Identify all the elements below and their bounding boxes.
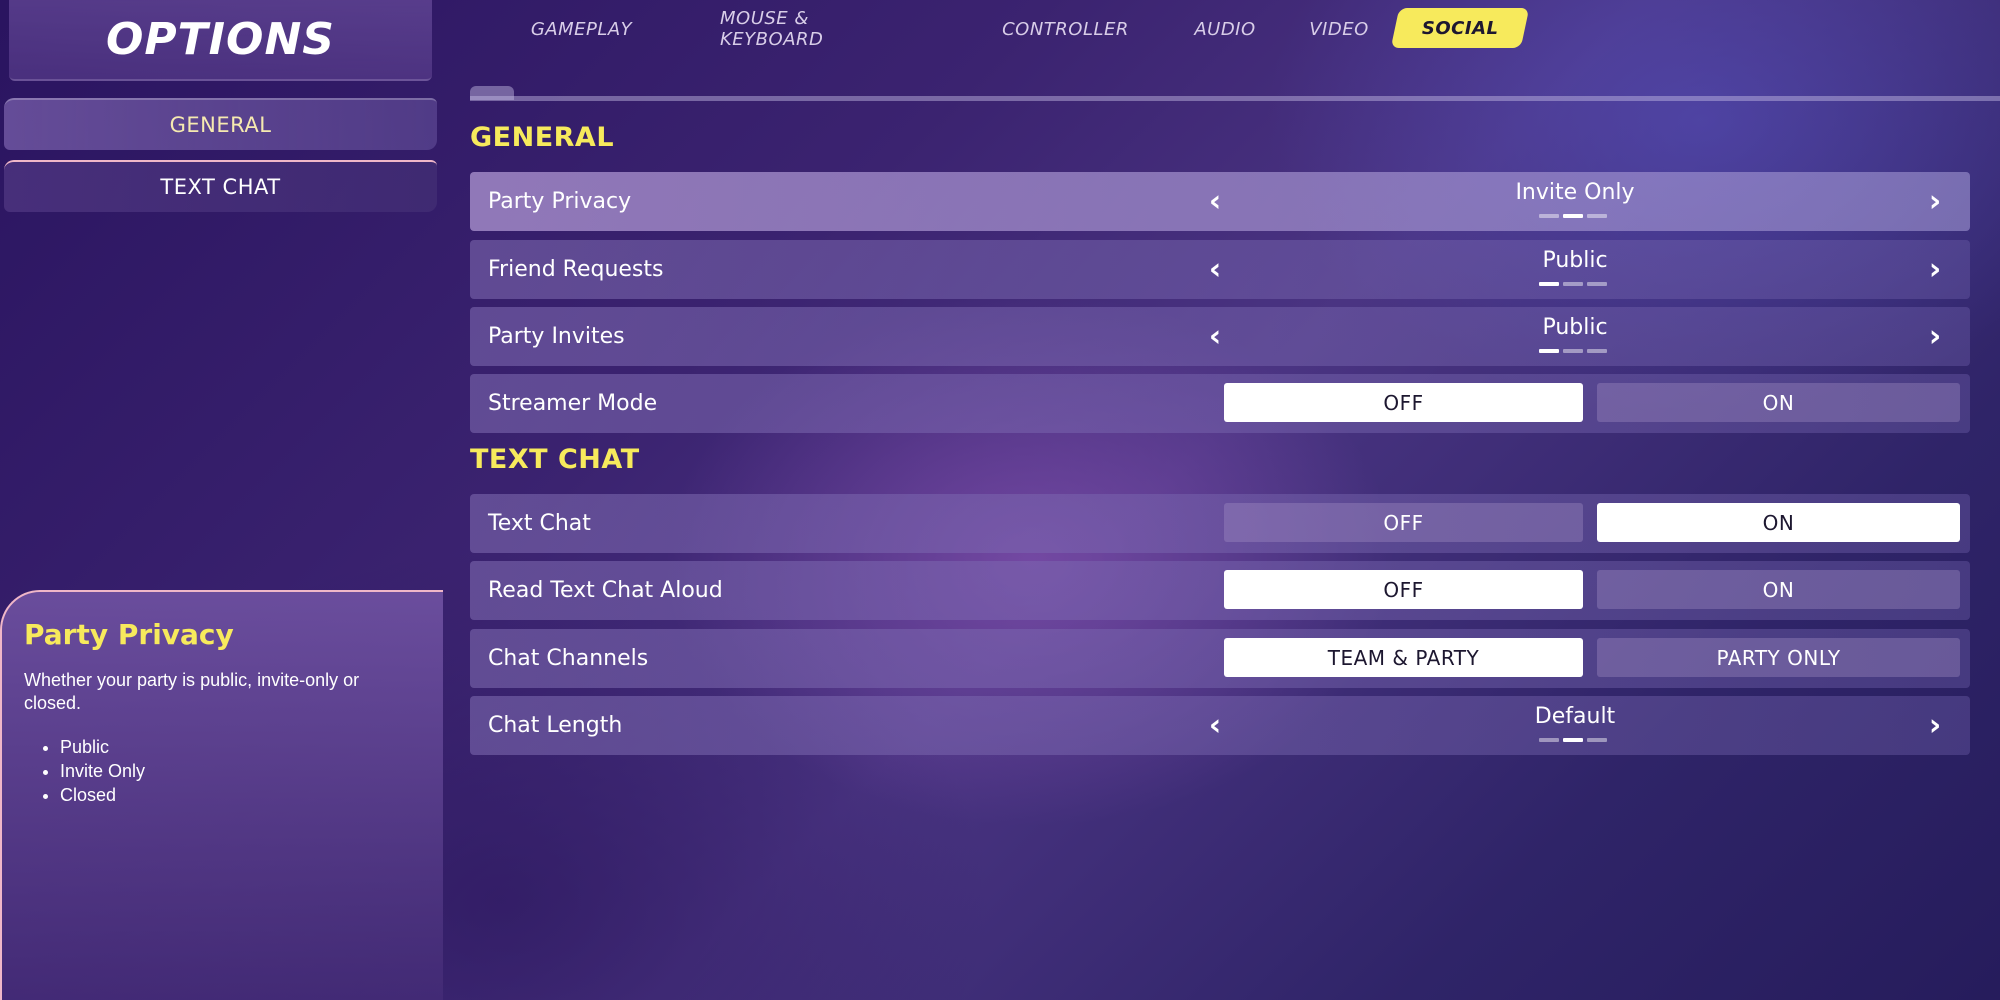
setting-label: Party Privacy bbox=[488, 189, 632, 214]
setting-row-party-invites[interactable]: Party Invites ‹ Public › bbox=[470, 307, 1970, 366]
sidebar-item-general[interactable]: GENERAL bbox=[4, 98, 437, 150]
streamer-mode-on-button[interactable]: ON bbox=[1597, 383, 1960, 422]
tab-audio[interactable]: AUDIO bbox=[1190, 12, 1260, 46]
position-dot bbox=[1587, 282, 1607, 286]
setting-label: Friend Requests bbox=[488, 257, 664, 282]
setting-row-read-text-chat-aloud: Read Text Chat Aloud OFF ON bbox=[470, 561, 1970, 620]
setting-row-text-chat: Text Chat OFF ON bbox=[470, 494, 1970, 553]
chevron-right-icon[interactable]: › bbox=[1920, 696, 1950, 755]
position-dot-active bbox=[1563, 214, 1583, 218]
read-aloud-on-button[interactable]: ON bbox=[1597, 570, 1960, 609]
streamer-mode-off-button[interactable]: OFF bbox=[1224, 383, 1583, 422]
chevron-right-icon[interactable]: › bbox=[1920, 172, 1950, 231]
setting-row-chat-channels: Chat Channels TEAM & PARTY PARTY ONLY bbox=[470, 629, 1970, 688]
team-and-party-button[interactable]: TEAM & PARTY bbox=[1224, 638, 1583, 677]
setting-label: Party Invites bbox=[488, 324, 625, 349]
chevron-left-icon[interactable]: ‹ bbox=[1200, 172, 1230, 231]
position-dot-active bbox=[1539, 282, 1559, 286]
selector-value: Invite Only bbox=[1515, 180, 1635, 205]
selector-position-indicator bbox=[1539, 738, 1615, 742]
text-chat-off-button[interactable]: OFF bbox=[1224, 503, 1583, 542]
setting-description-panel: Party Privacy Whether your party is publ… bbox=[0, 590, 443, 1000]
text-chat-on-button[interactable]: ON bbox=[1597, 503, 1960, 542]
header-divider bbox=[470, 96, 2000, 101]
setting-row-chat-length[interactable]: Chat Length ‹ Default › bbox=[470, 696, 1970, 755]
description-title: Party Privacy bbox=[24, 618, 234, 651]
top-tab-bar: GAMEPLAY MOUSE & KEYBOARD CONTROLLER AUD… bbox=[0, 0, 2000, 60]
selector-position-indicator bbox=[1539, 282, 1615, 286]
position-dot bbox=[1587, 214, 1607, 218]
position-dot-active bbox=[1563, 738, 1583, 742]
list-item: Invite Only bbox=[60, 759, 421, 783]
tab-mouse-keyboard[interactable]: MOUSE & KEYBOARD bbox=[720, 8, 916, 50]
selector-value: Default bbox=[1534, 704, 1616, 729]
chevron-left-icon[interactable]: ‹ bbox=[1200, 307, 1230, 366]
chevron-left-icon[interactable]: ‹ bbox=[1200, 696, 1230, 755]
selector-value: Public bbox=[1542, 248, 1608, 273]
chevron-right-icon[interactable]: › bbox=[1920, 240, 1950, 299]
selector-position-indicator bbox=[1539, 349, 1615, 353]
setting-label: Read Text Chat Aloud bbox=[488, 578, 723, 603]
tab-controller[interactable]: CONTROLLER bbox=[1000, 12, 1131, 46]
setting-row-friend-requests[interactable]: Friend Requests ‹ Public › bbox=[470, 240, 1970, 299]
setting-row-party-privacy[interactable]: Party Privacy ‹ Invite Only › bbox=[470, 172, 1970, 231]
position-dot bbox=[1587, 738, 1607, 742]
setting-label: Streamer Mode bbox=[488, 391, 658, 416]
tab-gameplay[interactable]: GAMEPLAY bbox=[520, 12, 643, 46]
tab-social-label: SOCIAL bbox=[1421, 17, 1499, 39]
position-dot bbox=[1587, 349, 1607, 353]
setting-label: Chat Channels bbox=[488, 646, 649, 671]
selector-value: Public bbox=[1542, 315, 1608, 340]
position-dot bbox=[1563, 282, 1583, 286]
setting-label: Text Chat bbox=[488, 511, 591, 536]
setting-row-streamer-mode: Streamer Mode OFF ON bbox=[470, 374, 1970, 433]
read-aloud-off-button[interactable]: OFF bbox=[1224, 570, 1583, 609]
section-title-text-chat: TEXT CHAT bbox=[470, 444, 640, 475]
list-item: Public bbox=[60, 735, 421, 759]
section-title-general: GENERAL bbox=[470, 122, 615, 153]
list-item: Closed bbox=[60, 783, 421, 807]
party-only-button[interactable]: PARTY ONLY bbox=[1597, 638, 1960, 677]
chevron-left-icon[interactable]: ‹ bbox=[1200, 240, 1230, 299]
setting-label: Chat Length bbox=[488, 713, 623, 738]
position-dot-active bbox=[1539, 349, 1559, 353]
position-dot bbox=[1539, 738, 1559, 742]
position-dot bbox=[1563, 349, 1583, 353]
tab-social[interactable]: SOCIAL bbox=[1390, 8, 1530, 48]
chevron-right-icon[interactable]: › bbox=[1920, 307, 1950, 366]
description-text: Whether your party is public, invite-onl… bbox=[24, 670, 360, 713]
description-options-list: Public Invite Only Closed bbox=[24, 735, 421, 807]
sidebar-item-text-chat[interactable]: TEXT CHAT bbox=[4, 160, 437, 212]
selector-position-indicator bbox=[1539, 214, 1615, 218]
position-dot bbox=[1539, 214, 1559, 218]
tab-video[interactable]: VIDEO bbox=[1305, 12, 1373, 46]
